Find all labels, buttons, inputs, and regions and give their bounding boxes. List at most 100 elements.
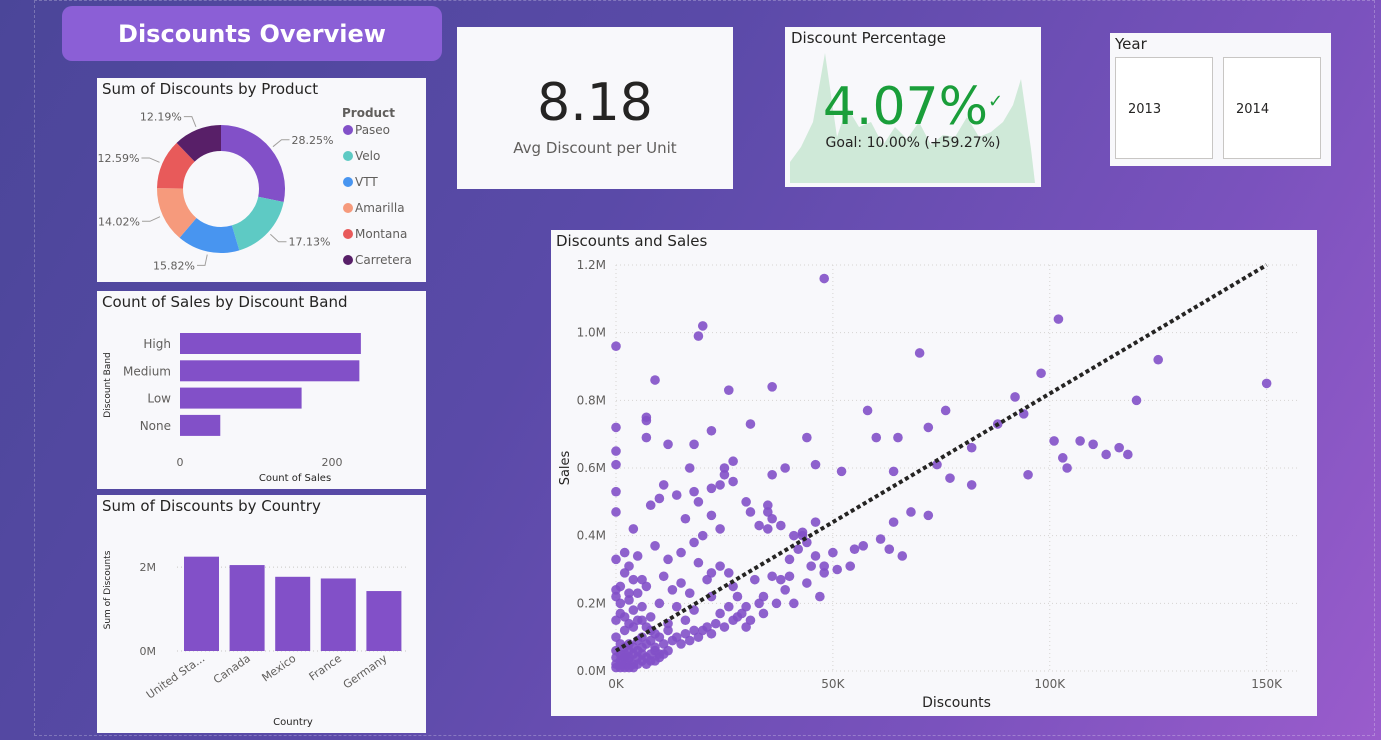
country-x-axis-title: Country <box>273 717 313 728</box>
scatter-point <box>897 551 908 561</box>
scatter-point <box>658 649 669 659</box>
country-bar <box>320 578 356 651</box>
scatter-point <box>858 541 869 551</box>
scatter-y-tick: 0.0M <box>577 664 606 678</box>
scatter-chart-card[interactable]: Discounts and Sales 0.0M 0.2M 0.4M 0.6M 0.8M… <box>551 230 1317 716</box>
scatter-point <box>780 463 790 473</box>
scatter-point <box>680 513 691 524</box>
donut-legend-label: Montana <box>355 227 407 241</box>
scatter-point <box>624 618 634 629</box>
scatter-point <box>802 578 812 588</box>
scatter-point <box>611 341 621 351</box>
scatter-point <box>1075 436 1085 446</box>
scatter-x-axis-title: Discounts <box>922 695 991 711</box>
scatter-point <box>693 497 704 507</box>
band-chart-card[interactable]: Count of Sales by Discount Band High Medi… <box>97 291 426 489</box>
scatter-point <box>888 517 899 527</box>
scatter-point <box>862 405 873 416</box>
scatter-point <box>914 348 925 358</box>
year-option-2014[interactable]: 2014 <box>1223 57 1321 159</box>
donut-legend-label: Velo <box>355 149 380 163</box>
scatter-point <box>806 561 816 571</box>
avg-discount-value: 8.18 <box>537 73 653 133</box>
scatter-point <box>828 547 838 558</box>
scatter-point <box>689 537 699 548</box>
scatter-x-tick: 0K <box>608 677 625 691</box>
scatter-point <box>767 469 777 480</box>
donut-leader-line <box>183 116 197 128</box>
scatter-point <box>645 612 656 622</box>
donut-chart-card[interactable]: Sum of Discounts by Product 28.25% 17.13%… <box>97 78 426 282</box>
scatter-point <box>684 635 695 646</box>
scatter-point <box>619 547 630 558</box>
scatter-point <box>763 524 773 534</box>
scatter-point <box>658 480 669 490</box>
scatter-y-axis-title: Sales <box>558 450 573 485</box>
donut-slice <box>231 196 284 251</box>
country-category-label: Canada <box>211 652 253 687</box>
scatter-point <box>684 463 695 473</box>
scatter-point <box>732 591 743 602</box>
scatter-point <box>1057 453 1068 463</box>
donut-legend-marker <box>343 203 353 213</box>
scatter-point <box>693 331 704 341</box>
country-tick-label: 0M <box>140 645 157 658</box>
scatter-point <box>741 497 751 507</box>
scatter-point <box>906 507 916 517</box>
scatter-point <box>641 432 652 443</box>
scatter-trend-line <box>614 263 1268 653</box>
scatter-point <box>1049 436 1059 446</box>
country-category-label: United Sta... <box>144 652 207 702</box>
scatter-point <box>741 622 751 632</box>
scatter-point <box>763 500 773 511</box>
scatter-y-tick: 0.2M <box>577 596 606 610</box>
scatter-point <box>706 483 717 494</box>
year-slicer[interactable]: Year 2013 2014 <box>1110 33 1331 166</box>
scatter-point <box>680 615 691 626</box>
scatter-point <box>689 486 699 497</box>
scatter-point <box>632 551 643 561</box>
scatter-point <box>684 588 695 598</box>
scatter-point <box>611 486 621 497</box>
scatter-point <box>611 422 621 433</box>
donut-leader-line <box>196 254 208 266</box>
donut-legend-marker <box>343 255 353 265</box>
scatter-point <box>611 459 621 470</box>
country-chart-card[interactable]: Sum of Discounts by Country 0M 2M United S… <box>97 495 426 733</box>
scatter-point <box>615 581 626 592</box>
scatter-point <box>689 439 699 450</box>
scatter-point <box>719 469 730 480</box>
donut-legend-marker <box>343 151 353 161</box>
donut-data-label: 17.13% <box>288 236 330 249</box>
scatter-point <box>710 618 721 629</box>
scatter-point <box>832 564 843 575</box>
scatter-point <box>715 480 725 490</box>
donut-legend-title: Product <box>342 106 395 120</box>
scatter-point <box>815 591 825 602</box>
avg-discount-card[interactable]: 8.18 Avg Discount per Unit <box>457 27 733 189</box>
scatter-point <box>1153 354 1163 365</box>
check-icon: ✓ <box>988 91 1004 112</box>
country-category-label: Mexico <box>259 652 298 685</box>
scatter-point <box>706 628 717 639</box>
band-bar <box>180 333 361 354</box>
scatter-point <box>676 547 686 558</box>
scatter-point <box>650 645 660 656</box>
scatter-point <box>736 608 747 619</box>
scatter-point <box>667 585 678 595</box>
band-tick-label: 200 <box>322 456 343 469</box>
scatter-point <box>784 554 795 565</box>
band-bar <box>180 360 360 382</box>
scatter-point <box>715 524 725 534</box>
page-title: Discounts Overview <box>62 6 442 61</box>
scatter-point <box>632 588 643 598</box>
year-option-2013[interactable]: 2013 <box>1115 57 1213 159</box>
discount-percentage-card[interactable]: Discount Percentage 4.07%✓ Goal: 10.00% … <box>785 27 1041 187</box>
band-bar-chart: High Medium Low None 0 200 Count of Sales Disco… <box>103 333 361 484</box>
scatter-point <box>628 524 639 534</box>
scatter-y-tick: 1.0M <box>577 326 606 340</box>
scatter-point <box>715 608 725 619</box>
scatter-point <box>728 615 738 626</box>
scatter-point <box>706 568 717 578</box>
scatter-point <box>802 432 812 443</box>
